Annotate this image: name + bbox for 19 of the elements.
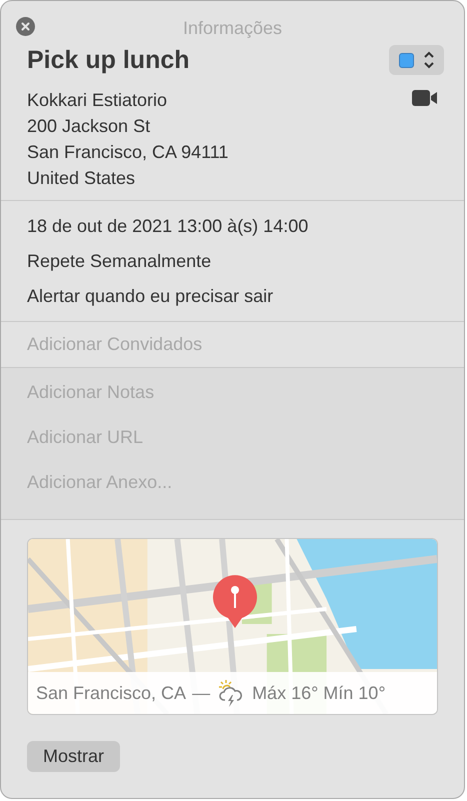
schedule-line[interactable]: 18 de out de 2021 13:00 à(s) 14:00 [27, 215, 438, 237]
calendar-picker[interactable] [389, 45, 444, 75]
map-pin-icon[interactable] [212, 574, 258, 628]
window-title: Informações [182, 18, 282, 38]
video-camera-icon[interactable] [412, 90, 438, 106]
chevron-updown-icon [424, 51, 434, 69]
schedule-line[interactable]: Repete Semanalmente [27, 250, 438, 272]
close-icon[interactable] [16, 17, 35, 36]
location-line: Kokkari Estiatorio [27, 89, 168, 111]
location-line: San Francisco, CA 94111 [27, 141, 228, 163]
location-line: 200 Jackson St [27, 115, 152, 137]
event-title[interactable]: Pick up lunch [27, 46, 190, 74]
invitees-field[interactable]: Adicionar Convidados [27, 334, 438, 355]
location-line: United States [27, 167, 136, 189]
show-button[interactable]: Mostrar [27, 741, 120, 772]
weather-forecast: Máx 16° Mín 10° [252, 682, 386, 704]
separator-dash: — [192, 682, 210, 704]
schedule-line[interactable]: Alertar quando eu precisar sair [27, 285, 438, 307]
map-location: San Francisco, CA [36, 682, 186, 704]
